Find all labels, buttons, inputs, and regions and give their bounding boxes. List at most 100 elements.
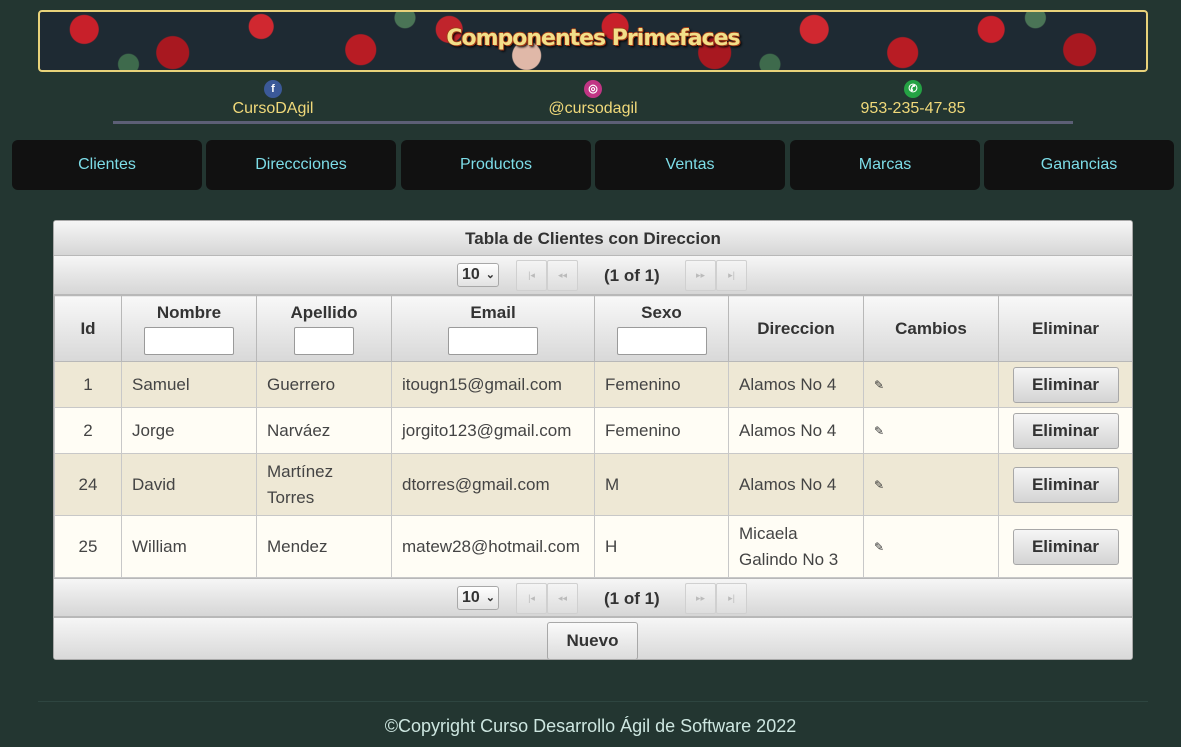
cell-nombre: Samuel (121, 361, 257, 408)
filter-apellido-input[interactable] (294, 326, 354, 355)
nav-marcas[interactable]: Marcas (790, 140, 980, 190)
cell-direccion: Alamos No 4 (728, 407, 864, 454)
cell-email: itougn15@gmail.com (391, 361, 595, 408)
delete-button[interactable]: Eliminar (1012, 366, 1119, 403)
page-title: Componentes Primefaces (446, 26, 740, 51)
copyright-text: ©Copyright Curso Desarrollo Ágil de Soft… (384, 716, 797, 736)
social-instagram[interactable]: ◎ @cursodagil (493, 80, 693, 118)
cell-email: matew28@hotmail.com (391, 515, 595, 578)
col-id[interactable]: Id (54, 295, 122, 362)
table-row: 1 Samuel Guerrero itougn15@gmail.com Fem… (54, 361, 1132, 408)
footer-divider (38, 701, 1148, 702)
col-direccion[interactable]: Direccion (728, 295, 864, 362)
col-cambios: Cambios (863, 295, 999, 362)
prev-page-icon[interactable]: ◂◂ (547, 260, 578, 291)
cell-cambios: ✎ (863, 515, 999, 578)
header-banner: Componentes Primefaces (38, 10, 1148, 72)
rows-per-page-value: 10 (462, 266, 480, 283)
table-row: 2 Jorge Narváez jorgito123@gmail.com Fem… (54, 407, 1132, 454)
filter-sexo-input[interactable] (616, 326, 707, 355)
divider (113, 121, 1073, 124)
cell-sexo: M (594, 453, 729, 516)
col-apellido-label[interactable]: Apellido (257, 303, 391, 323)
cell-sexo: H (594, 515, 729, 578)
nav-productos[interactable]: Productos (401, 140, 591, 190)
edit-pencil-icon[interactable]: ✎ (874, 424, 884, 438)
cell-nombre: David (121, 453, 257, 516)
cell-email: jorgito123@gmail.com (391, 407, 595, 454)
last-page-icon[interactable]: ▸| (716, 583, 747, 614)
social-facebook[interactable]: f CursoDAgil (173, 80, 373, 118)
instagram-icon: ◎ (584, 80, 602, 98)
cell-id: 1 (54, 361, 122, 408)
cell-cambios: ✎ (863, 407, 999, 454)
delete-button[interactable]: Eliminar (1012, 466, 1119, 503)
filter-nombre-input[interactable] (144, 326, 234, 355)
chevron-down-icon: ⌄ (485, 592, 495, 604)
main-nav: Clientes Direccciones Productos Ventas M… (12, 140, 1174, 190)
col-email: Email (391, 295, 595, 362)
cell-sexo: Femenino (594, 361, 729, 408)
cell-eliminar: Eliminar (998, 515, 1132, 578)
social-whatsapp[interactable]: ✆ 953-235-47-85 (813, 80, 1013, 118)
clients-table: Id Nombre Apellido Email Sexo Direccion … (54, 295, 1132, 578)
cell-cambios: ✎ (863, 453, 999, 516)
last-page-icon[interactable]: ▸| (716, 260, 747, 291)
col-sexo: Sexo (594, 295, 729, 362)
cell-nombre: William (121, 515, 257, 578)
nav-ganancias[interactable]: Ganancias (984, 140, 1174, 190)
next-page-icon[interactable]: ▸▸ (685, 260, 716, 291)
cell-direccion: Micaela Galindo No 3 (728, 515, 864, 578)
rows-per-page-value: 10 (462, 589, 480, 606)
cell-eliminar: Eliminar (998, 361, 1132, 408)
delete-button[interactable]: Eliminar (1012, 412, 1119, 449)
cell-apellido: Narváez (256, 407, 392, 454)
facebook-icon: f (264, 80, 282, 98)
cell-apellido: Mendez (256, 515, 392, 578)
social-label: 953-235-47-85 (860, 100, 966, 117)
rows-per-page-select[interactable]: 10 ⌄ (457, 586, 499, 610)
nav-clientes[interactable]: Clientes (12, 140, 202, 190)
paginator-top: 10 ⌄ |◂ ◂◂ (1 of 1) ▸▸ ▸| (54, 256, 1132, 295)
cell-sexo: Femenino (594, 407, 729, 454)
col-nombre: Nombre (121, 295, 257, 362)
table-header-row: Id Nombre Apellido Email Sexo Direccion … (54, 295, 1132, 362)
cell-apellido: Martínez Torres (256, 453, 392, 516)
col-eliminar: Eliminar (998, 295, 1132, 362)
delete-button[interactable]: Eliminar (1012, 528, 1119, 565)
cell-direccion: Alamos No 4 (728, 361, 864, 408)
rows-per-page-select[interactable]: 10 ⌄ (457, 263, 499, 287)
edit-pencil-icon[interactable]: ✎ (874, 378, 884, 392)
social-label: CursoDAgil (232, 100, 314, 117)
table-footer: Nuevo (54, 617, 1132, 659)
nav-direcciones[interactable]: Direccciones (206, 140, 396, 190)
edit-pencil-icon[interactable]: ✎ (874, 478, 884, 492)
cell-eliminar: Eliminar (998, 453, 1132, 516)
cell-email: dtorres@gmail.com (391, 453, 595, 516)
cell-id: 24 (54, 453, 122, 516)
edit-pencil-icon[interactable]: ✎ (874, 540, 884, 554)
next-page-icon[interactable]: ▸▸ (685, 583, 716, 614)
new-button[interactable]: Nuevo (547, 622, 638, 659)
col-email-label[interactable]: Email (392, 303, 594, 323)
page-info: (1 of 1) (604, 266, 660, 285)
chevron-down-icon: ⌄ (485, 269, 495, 281)
prev-page-icon[interactable]: ◂◂ (547, 583, 578, 614)
first-page-icon[interactable]: |◂ (516, 260, 547, 291)
table-row: 25 William Mendez matew28@hotmail.com H … (54, 515, 1132, 578)
first-page-icon[interactable]: |◂ (516, 583, 547, 614)
cell-id: 25 (54, 515, 122, 578)
page-info: (1 of 1) (604, 589, 660, 608)
cell-eliminar: Eliminar (998, 407, 1132, 454)
cell-id: 2 (54, 407, 122, 454)
cell-nombre: Jorge (121, 407, 257, 454)
col-nombre-label[interactable]: Nombre (122, 303, 256, 323)
col-apellido: Apellido (256, 295, 392, 362)
table-caption: Tabla de Clientes con Direccion (54, 221, 1132, 256)
paginator-bottom: 10 ⌄ |◂ ◂◂ (1 of 1) ▸▸ ▸| (54, 578, 1132, 617)
col-sexo-label[interactable]: Sexo (595, 303, 728, 323)
filter-email-input[interactable] (448, 326, 538, 355)
whatsapp-icon: ✆ (904, 80, 922, 98)
nav-ventas[interactable]: Ventas (595, 140, 785, 190)
table-row: 24 David Martínez Torres dtorres@gmail.c… (54, 453, 1132, 516)
